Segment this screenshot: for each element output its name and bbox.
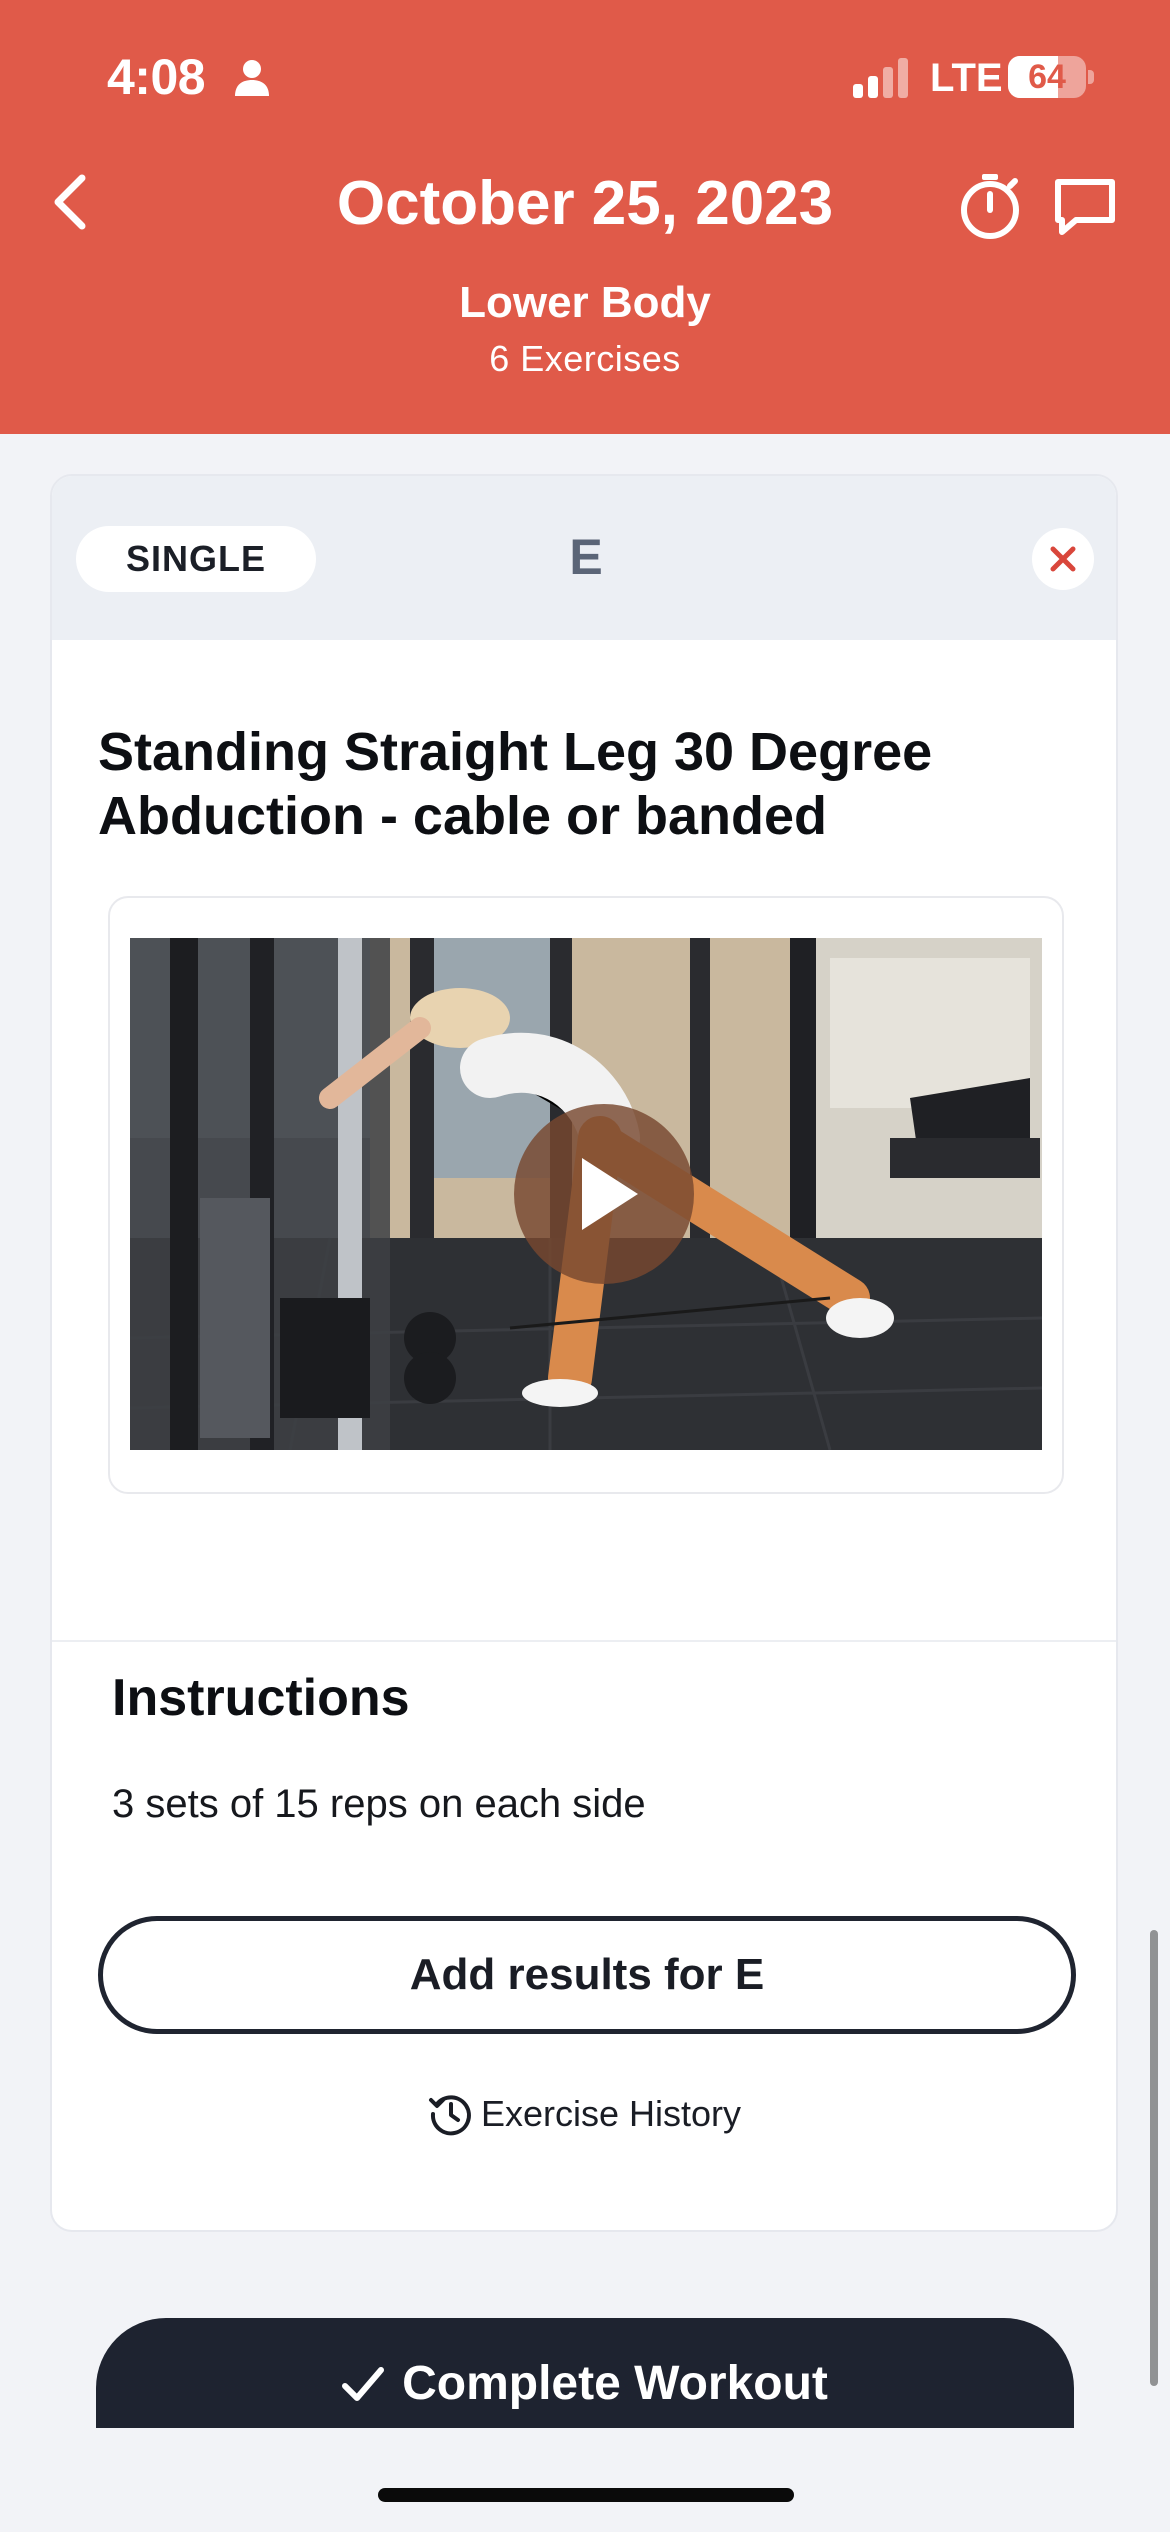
add-results-button[interactable]: Add results for E — [98, 1916, 1076, 2034]
stopwatch-icon[interactable] — [958, 172, 1022, 240]
history-icon — [428, 2095, 471, 2136]
card-header: SINGLE E — [52, 476, 1116, 640]
signal-icon — [853, 58, 908, 98]
exercise-history-label: Exercise History — [480, 2093, 742, 2134]
play-button[interactable] — [514, 1104, 694, 1284]
workout-name: Lower Body — [459, 278, 711, 327]
exercise-card: SINGLE E Standing Straight Leg 30 Degree… — [50, 474, 1118, 2232]
play-icon — [582, 1158, 638, 1230]
battery-indicator: 64 — [1008, 56, 1094, 98]
bottom-safe-area — [0, 2428, 1170, 2532]
close-icon — [1050, 546, 1076, 572]
complete-workout-label: Complete Workout — [402, 2357, 828, 2410]
video-thumbnail[interactable] — [130, 938, 1042, 1450]
person-icon — [235, 60, 269, 96]
instructions-text: 3 sets of 15 reps on each side — [112, 1782, 646, 1826]
status-time: 4:08 — [107, 49, 206, 105]
checkmark-icon — [342, 2366, 385, 2401]
exercise-history-link[interactable]: Exercise History — [52, 2086, 1116, 2142]
home-indicator[interactable] — [378, 2488, 794, 2502]
battery-level: 64 — [1028, 58, 1066, 96]
scroll-indicator — [1150, 1930, 1158, 2386]
instructions-heading: Instructions — [112, 1669, 410, 1727]
network-label: LTE — [930, 56, 1003, 100]
exercise-title: Standing Straight Leg 30 Degree Abductio… — [98, 722, 933, 846]
page-title: October 25, 2023 — [336, 169, 834, 238]
remove-exercise-button[interactable] — [1032, 528, 1094, 590]
back-icon[interactable] — [48, 172, 94, 232]
exercise-letter: E — [569, 529, 603, 585]
video-container — [108, 896, 1064, 1494]
exercise-type-badge[interactable]: SINGLE — [76, 526, 316, 592]
chat-icon[interactable] — [1052, 176, 1118, 238]
header: 4:08 LTE 64 October 25, 2023 Lower Body … — [0, 0, 1170, 434]
divider — [52, 1640, 1116, 1642]
exercise-count: 6 Exercises — [489, 338, 681, 379]
